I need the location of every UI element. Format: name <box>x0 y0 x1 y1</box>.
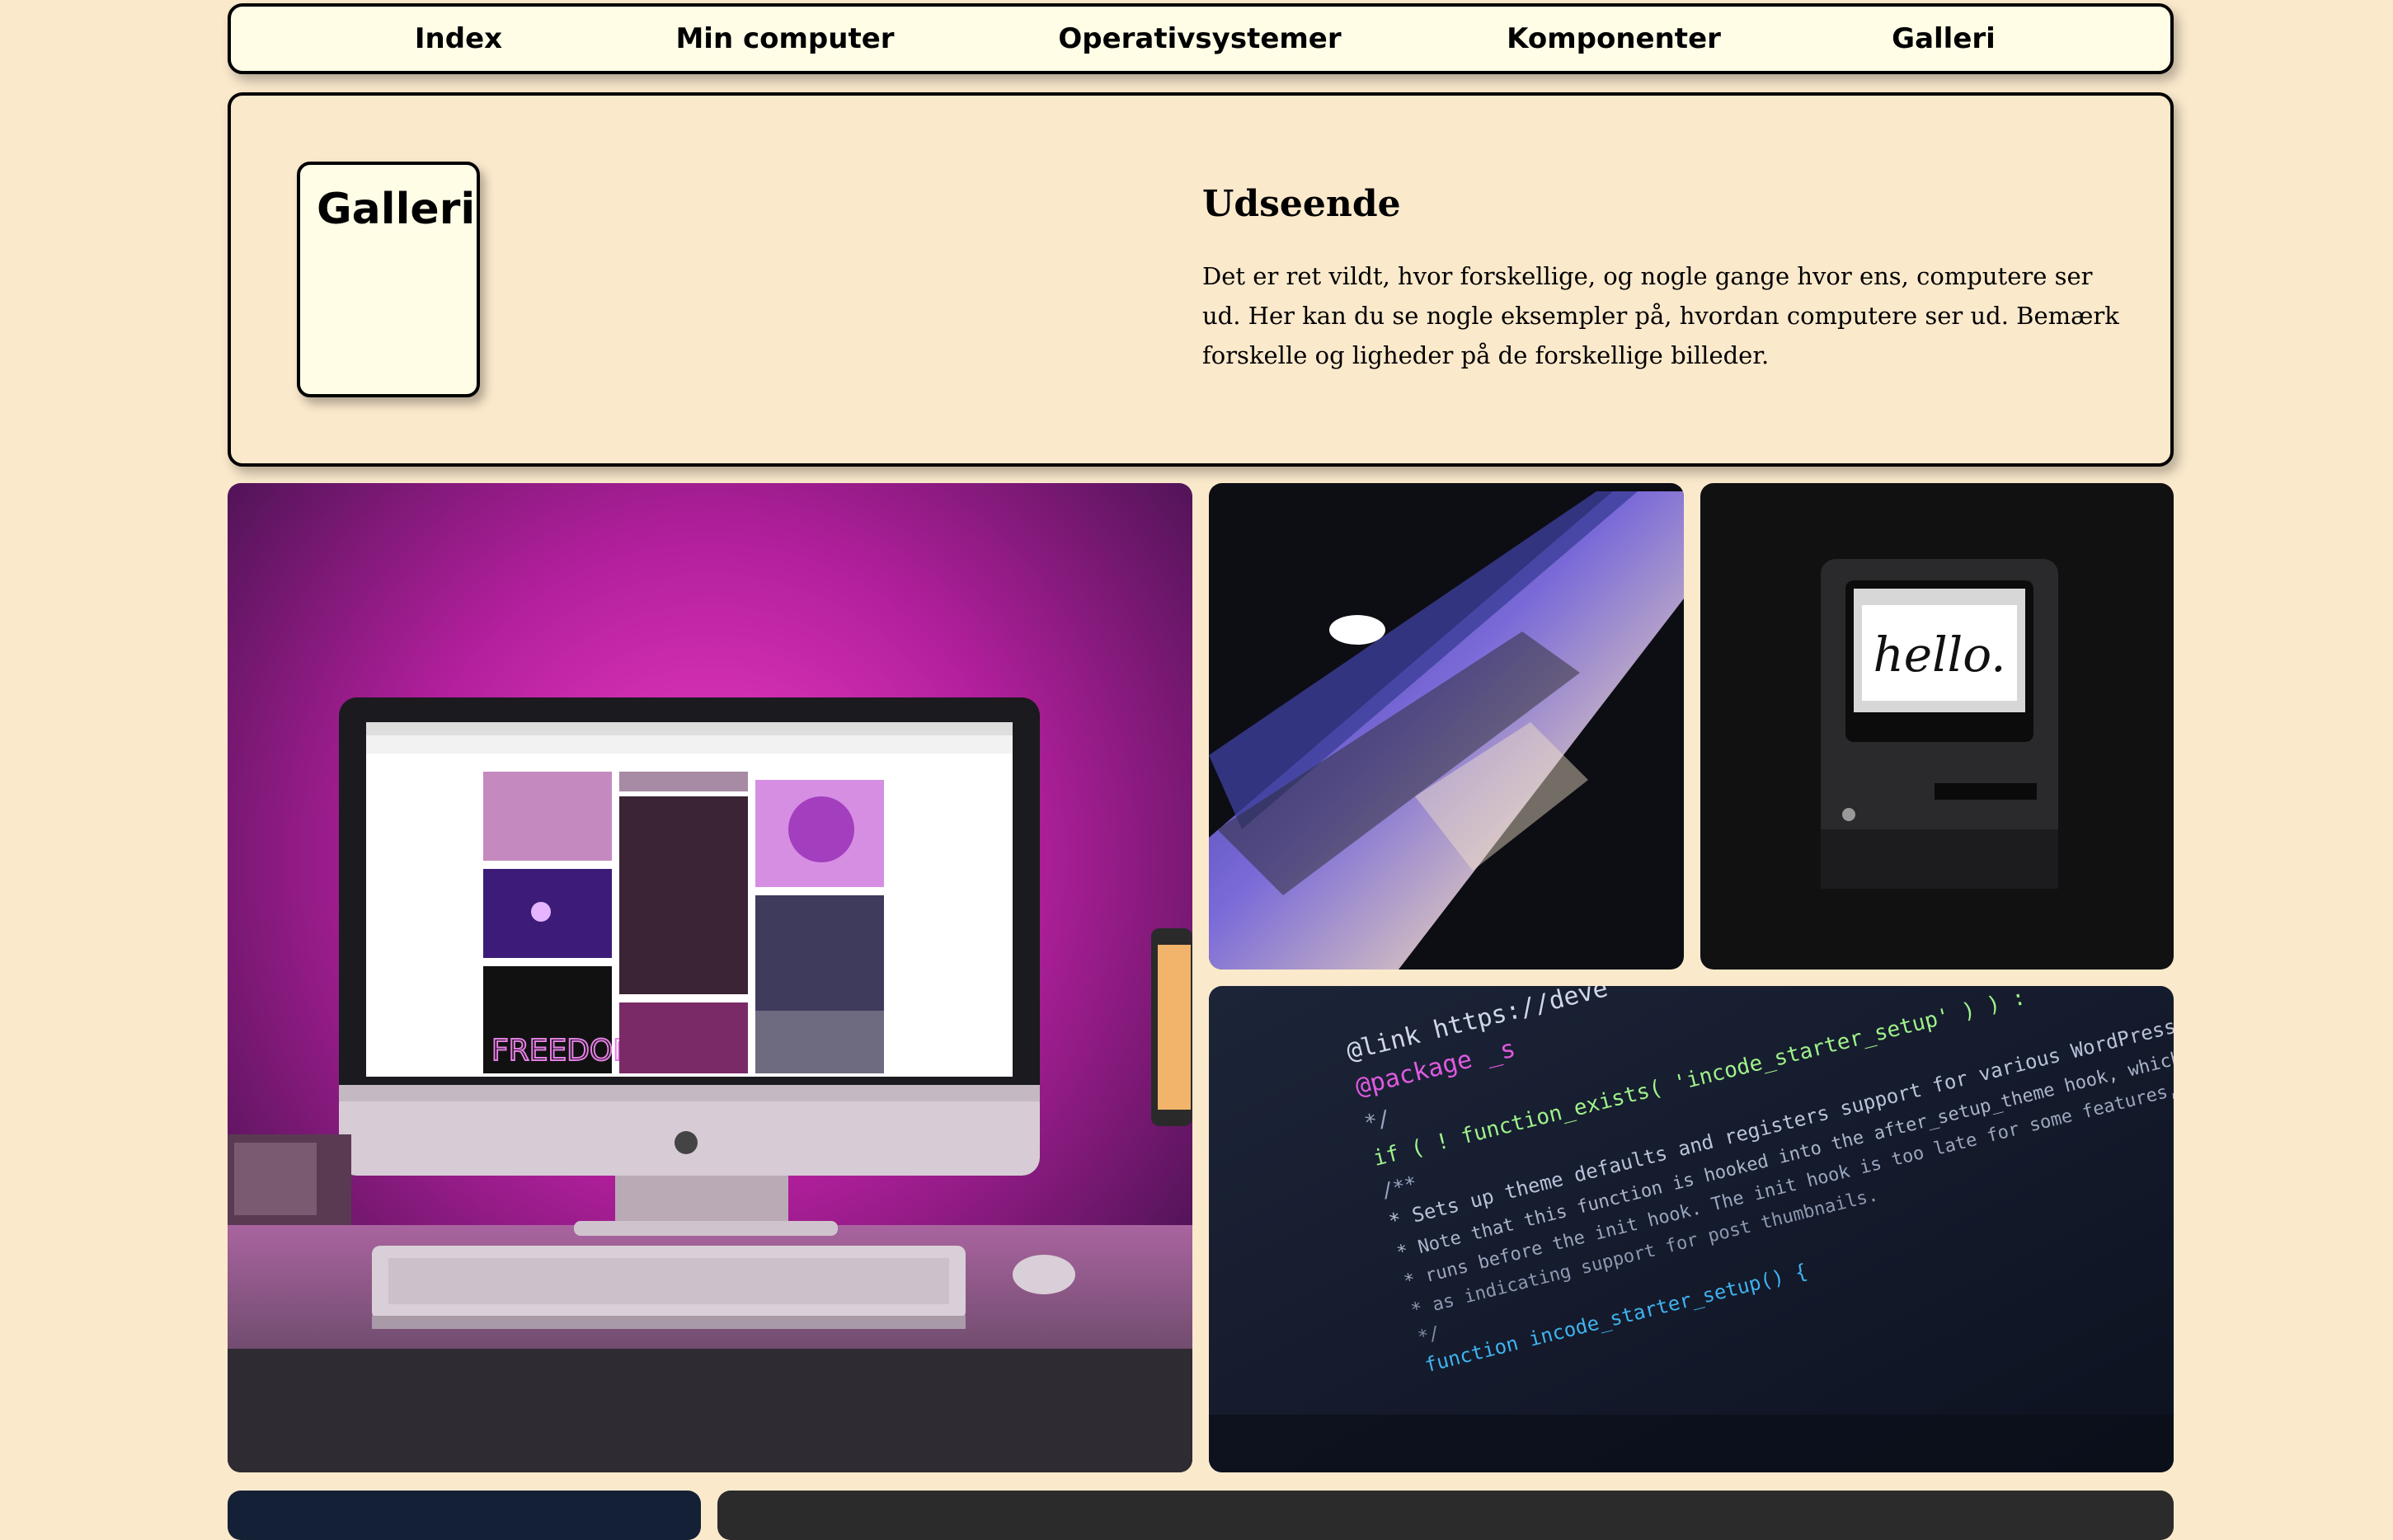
intro-text-block: Udseende Det er ret vildt, hvor forskell… <box>1202 181 2129 375</box>
section-heading: Udseende <box>1202 183 1401 225</box>
freedom-neon-text: FREEDOM <box>491 1034 638 1068</box>
nav-item-galleri[interactable]: Galleri <box>1892 7 1996 71</box>
macbook-photo[interactable] <box>1209 483 1684 970</box>
nav-item-operativsystemer[interactable]: Operativsystemer <box>1058 7 1341 71</box>
top-nav: Index Min computer Operativsystemer Komp… <box>228 3 2174 74</box>
page: Index Min computer Operativsystemer Komp… <box>228 3 2174 1540</box>
nav-item-komponenter[interactable]: Komponenter <box>1507 7 1721 71</box>
imac-desk-photo[interactable]: FREEDOM <box>228 483 1192 1472</box>
nav-item-index[interactable]: Index <box>415 7 502 71</box>
nav-item-min-computer[interactable]: Min computer <box>675 7 894 71</box>
hello-screen-text: hello. <box>1873 627 2005 683</box>
dark-tech-photo[interactable] <box>228 1491 701 1540</box>
photo-gallery: FREEDOM hello. @link https://deve @packa… <box>228 483 2174 1540</box>
page-title: Galleri <box>317 185 476 234</box>
dark-grey-photo[interactable] <box>717 1491 2174 1540</box>
classic-macintosh-photo[interactable]: hello. <box>1700 483 2174 970</box>
intro-paragraph: Det er ret vildt, hvor forskellige, og n… <box>1202 262 2119 369</box>
code-screen-photo[interactable]: @link https://deve @package _s */ if ( !… <box>1209 986 2174 1472</box>
intro-card: Galleri Udseende Det er ret vildt, hvor … <box>228 92 2174 467</box>
title-card: Galleri <box>297 162 480 397</box>
